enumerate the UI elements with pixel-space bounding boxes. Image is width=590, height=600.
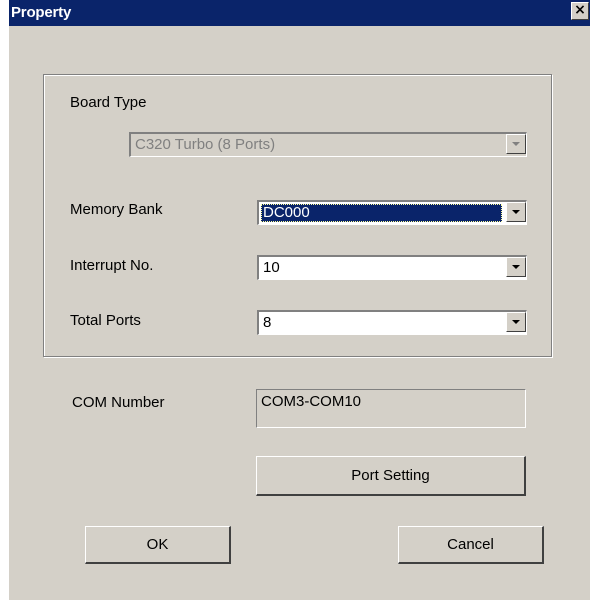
- interrupt-dropdown[interactable]: 10: [257, 255, 527, 280]
- total-ports-label: Total Ports: [70, 312, 141, 329]
- com-number-value: COM3-COM10: [261, 393, 362, 410]
- window-title: Property: [11, 4, 72, 21]
- chevron-down-icon: [506, 134, 526, 154]
- ok-button[interactable]: OK: [85, 526, 231, 564]
- chevron-down-icon[interactable]: [506, 257, 526, 277]
- com-number-field: COM3-COM10: [256, 389, 526, 428]
- close-button[interactable]: ×: [571, 2, 589, 20]
- board-type-value: C320 Turbo (8 Ports): [135, 136, 276, 153]
- memory-bank-label: Memory Bank: [70, 201, 163, 218]
- interrupt-label: Interrupt No.: [70, 257, 154, 274]
- board-type-label: Board Type: [70, 94, 147, 111]
- com-number-label: COM Number: [72, 394, 165, 411]
- chevron-down-icon[interactable]: [506, 202, 526, 222]
- title-bar[interactable]: Property ×: [9, 0, 590, 26]
- close-icon: ×: [574, 2, 586, 18]
- property-dialog: Property × Board Type C320 Turbo (8 Port…: [8, 0, 590, 600]
- chevron-down-icon[interactable]: [506, 312, 526, 332]
- board-type-dropdown: C320 Turbo (8 Ports): [129, 132, 527, 157]
- memory-bank-value: DC000: [261, 204, 502, 222]
- port-setting-button[interactable]: Port Setting: [256, 456, 526, 496]
- interrupt-value: 10: [263, 259, 280, 276]
- cancel-button[interactable]: Cancel: [398, 526, 544, 564]
- total-ports-dropdown[interactable]: 8: [257, 310, 527, 335]
- memory-bank-dropdown[interactable]: DC000: [257, 200, 527, 225]
- total-ports-value: 8: [263, 314, 272, 331]
